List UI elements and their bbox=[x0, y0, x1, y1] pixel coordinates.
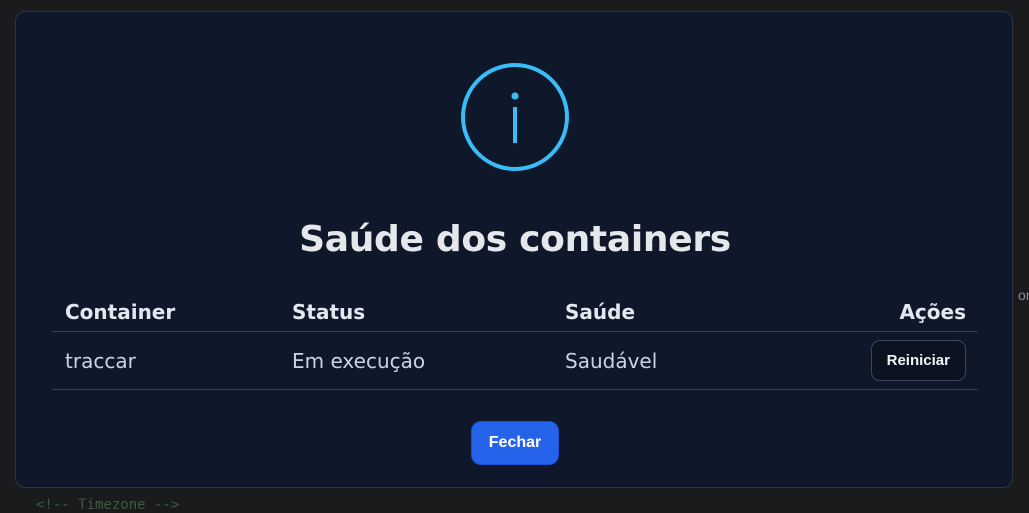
restart-button[interactable]: Reiniciar bbox=[870, 340, 966, 381]
background-edge-text: or bbox=[1018, 287, 1029, 303]
container-health-dialog: Saúde dos containers Container Status Sa… bbox=[15, 11, 1013, 488]
table-header-row: Container Status Saúde Ações bbox=[52, 292, 978, 332]
actions-cell: Reiniciar bbox=[795, 331, 978, 390]
column-header-status: Status bbox=[279, 292, 552, 332]
close-button[interactable]: Fechar bbox=[472, 422, 558, 464]
container-health-table: Container Status Saúde Ações traccar Em … bbox=[52, 292, 978, 390]
column-header-container: Container bbox=[52, 292, 279, 332]
status-cell: Em execução bbox=[279, 331, 552, 390]
column-header-health: Saúde bbox=[552, 292, 795, 332]
column-header-actions: Ações bbox=[795, 292, 978, 332]
info-icon bbox=[461, 63, 569, 171]
health-cell: Saudável bbox=[552, 331, 795, 390]
background-code-fragment: <!-- Timezone --> bbox=[36, 497, 180, 513]
dialog-title: Saúde dos containers bbox=[299, 219, 731, 260]
table-row: traccar Em execução Saudável Reiniciar bbox=[52, 331, 978, 390]
container-name-cell: traccar bbox=[52, 331, 279, 390]
